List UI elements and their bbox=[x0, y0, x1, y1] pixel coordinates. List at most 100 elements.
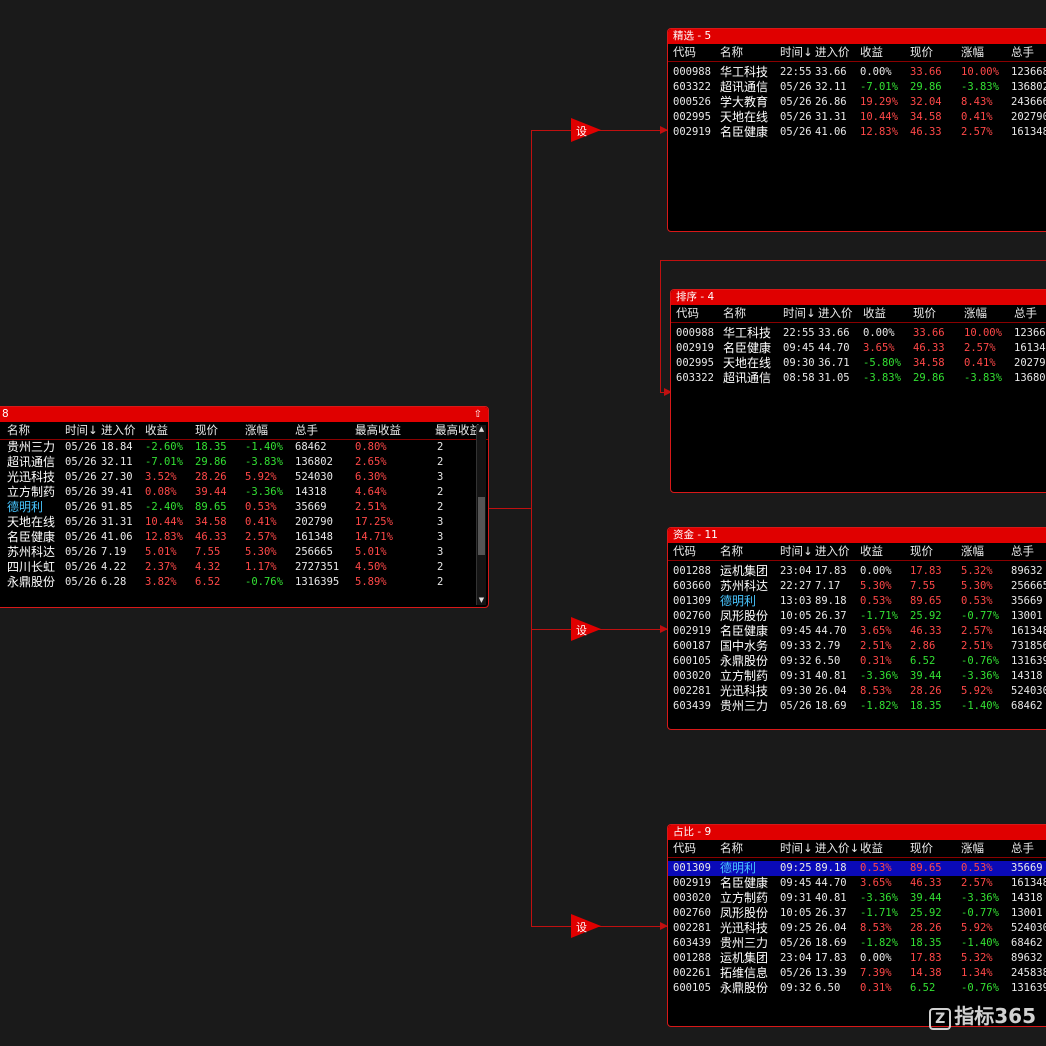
table-row[interactable]: 603439 贵州三力 05/26 18.69 -1.82% 18.35 -1.40% 684… bbox=[668, 699, 1046, 714]
table-row[interactable]: 000526 学大教育 05/26 26.86 19.29% 32.04 8.43% 2436… bbox=[668, 95, 1046, 110]
column-header[interactable]: 现价 bbox=[913, 305, 936, 322]
column-header[interactable]: 名称 bbox=[7, 422, 30, 439]
panel-title[interactable]: 占比 - 9 bbox=[668, 825, 1046, 840]
table-row[interactable]: 000988 华工科技 22:55 33.66 0.00% 33.66 10.00% 1236… bbox=[668, 65, 1046, 80]
source-panel[interactable]: 8 ⇧ 名称 时间↓ 进入价 收益 现价 涨幅 总手 最高收益 最高收益 贵州三力 05/26 18.… bbox=[0, 406, 489, 608]
column-header[interactable]: 总手 bbox=[295, 422, 318, 439]
scroll-down-icon[interactable]: ▼ bbox=[477, 596, 486, 605]
column-header[interactable]: 涨幅 bbox=[245, 422, 268, 439]
table-row[interactable]: 002760 凤形股份 10:05 26.37 -1.71% 25.92 -0.77% 130… bbox=[668, 609, 1046, 624]
table-row[interactable]: 天地在线 05/26 31.31 10.44% 34.58 0.41% 202790 17.2… bbox=[0, 515, 488, 530]
source-panel-title[interactable]: 8 ⇧ bbox=[0, 407, 488, 422]
column-header[interactable]: 名称 bbox=[723, 305, 746, 322]
scroll-up-icon[interactable]: ▲ bbox=[477, 425, 486, 434]
column-header[interactable]: 收益 bbox=[860, 840, 883, 857]
cell-time: 22:27 bbox=[780, 580, 812, 592]
column-header[interactable]: 涨幅 bbox=[961, 543, 984, 560]
table-row[interactable]: 600105 永鼎股份 09:32 6.50 0.31% 6.52 -0.76% 131639 bbox=[668, 981, 1046, 996]
panel-title[interactable]: 排序 - 4 bbox=[671, 290, 1046, 305]
panel-jingxuan[interactable]: 精选 - 5 代码 名称 时间↓ 进入价 收益 现价 涨幅 总手 000988 华工科技 22:55 3… bbox=[667, 28, 1046, 232]
collapse-up-icon[interactable]: ⇧ bbox=[474, 407, 482, 422]
table-row[interactable]: 603660 苏州科达 22:27 7.17 5.30% 7.55 5.30% 256665 bbox=[668, 579, 1046, 594]
table-row[interactable]: 德明利 05/26 91.85 -2.40% 89.65 0.53% 35669 2.51% 2 bbox=[0, 500, 488, 515]
table-row[interactable]: 001309 德明利 13:03 89.18 0.53% 89.65 0.53% 35669 bbox=[668, 594, 1046, 609]
table-row[interactable]: 002919 名臣健康 05/26 41.06 12.83% 46.33 2.57% 1613… bbox=[668, 125, 1046, 140]
column-header[interactable]: 时间↓ bbox=[783, 305, 816, 322]
column-header[interactable]: 时间↓ bbox=[780, 840, 813, 857]
column-header[interactable]: 时间↓ bbox=[65, 422, 98, 439]
table-row[interactable]: 002995 天地在线 05/26 31.31 10.44% 34.58 0.41% 2027… bbox=[668, 110, 1046, 125]
column-header[interactable]: 进入价 bbox=[101, 422, 136, 439]
panel-title[interactable]: 精选 - 5 bbox=[668, 29, 1046, 44]
cell-gain: 7.39% bbox=[860, 967, 892, 979]
table-row[interactable]: 立方制药 05/26 39.41 0.08% 39.44 -3.36% 14318 4.64%… bbox=[0, 485, 488, 500]
column-header[interactable]: 收益 bbox=[860, 44, 883, 61]
column-header[interactable]: 涨幅 bbox=[964, 305, 987, 322]
table-row[interactable]: 超讯通信 05/26 32.11 -7.01% 29.86 -3.83% 136802 2.6… bbox=[0, 455, 488, 470]
cell-now: 39.44 bbox=[910, 670, 942, 682]
column-header[interactable]: 涨幅 bbox=[961, 840, 984, 857]
panel-zhanbi[interactable]: 占比 - 9 代码 名称 时间↓ 进入价↓ 收益 现价 涨幅 总手 001309 德明利 09:25 8… bbox=[667, 824, 1046, 1027]
column-header[interactable]: 名称 bbox=[720, 840, 743, 857]
table-row[interactable]: 001288 运机集团 23:04 17.83 0.00% 17.83 5.32% 89632 bbox=[668, 564, 1046, 579]
column-header[interactable]: 代码 bbox=[676, 305, 699, 322]
table-row[interactable]: 603439 贵州三力 05/26 18.69 -1.82% 18.35 -1.40% 684… bbox=[668, 936, 1046, 951]
table-row[interactable]: 光迅科技 05/26 27.30 3.52% 28.26 5.92% 524030 6.30%… bbox=[0, 470, 488, 485]
column-header[interactable]: 现价 bbox=[195, 422, 218, 439]
column-header[interactable]: 进入价 bbox=[815, 543, 850, 560]
table-row[interactable]: 002760 凤形股份 10:05 26.37 -1.71% 25.92 -0.77% 130… bbox=[668, 906, 1046, 921]
table-row[interactable]: 000988 华工科技 22:55 33.66 0.00% 33.66 10.00% 1236… bbox=[671, 326, 1046, 341]
column-header[interactable]: 代码 bbox=[673, 44, 696, 61]
table-row[interactable]: 002919 名臣健康 09:45 44.70 3.65% 46.33 2.57% 16134… bbox=[668, 624, 1046, 639]
table-row[interactable]: 002281 光迅科技 09:30 26.04 8.53% 28.26 5.92% 52403… bbox=[668, 684, 1046, 699]
table-row[interactable]: 002919 名臣健康 09:45 44.70 3.65% 46.33 2.57% 16134… bbox=[671, 341, 1046, 356]
setting-arrow-2[interactable]: 设 bbox=[571, 617, 601, 641]
column-header[interactable]: 时间↓ bbox=[780, 44, 813, 61]
panel-title[interactable]: 资金 - 11 bbox=[668, 528, 1046, 543]
scroll-thumb[interactable] bbox=[478, 497, 485, 555]
table-row[interactable]: 002995 天地在线 09:30 36.71 -5.80% 34.58 0.41% 2027… bbox=[671, 356, 1046, 371]
column-header[interactable]: 现价 bbox=[910, 543, 933, 560]
table-row[interactable]: 苏州科达 05/26 7.19 5.01% 7.55 5.30% 256665 5.01% 3 bbox=[0, 545, 488, 560]
column-header[interactable]: 名称 bbox=[720, 44, 743, 61]
column-header[interactable]: 收益 bbox=[863, 305, 886, 322]
column-header[interactable]: 进入价 bbox=[815, 44, 850, 61]
table-row[interactable]: 003020 立方制药 09:31 40.81 -3.36% 39.44 -3.36% 143… bbox=[668, 891, 1046, 906]
column-header[interactable]: 涨幅 bbox=[961, 44, 984, 61]
source-scrollbar[interactable]: ▲ ▼ bbox=[476, 425, 486, 605]
table-row[interactable]: 003020 立方制药 09:31 40.81 -3.36% 39.44 -3.36% 143… bbox=[668, 669, 1046, 684]
column-header[interactable]: 总手 bbox=[1011, 44, 1034, 61]
table-row[interactable]: 603322 超讯通信 05/26 32.11 -7.01% 29.86 -3.83% 136… bbox=[668, 80, 1046, 95]
column-header[interactable]: 时间↓ bbox=[780, 543, 813, 560]
column-header[interactable]: 进入价 bbox=[818, 305, 853, 322]
table-row[interactable]: 600187 国中水务 09:33 2.79 2.51% 2.86 2.51% 731856 bbox=[668, 639, 1046, 654]
table-row[interactable]: 001288 运机集团 23:04 17.83 0.00% 17.83 5.32% 89632 bbox=[668, 951, 1046, 966]
column-header[interactable]: 收益 bbox=[860, 543, 883, 560]
panel-paixu[interactable]: 排序 - 4 代码 名称 时间↓ 进入价 收益 现价 涨幅 总手 000988 华工科技 22:55 3… bbox=[670, 289, 1046, 493]
column-header[interactable]: 名称 bbox=[720, 543, 743, 560]
column-header[interactable]: 总手 bbox=[1011, 840, 1034, 857]
table-row[interactable]: 贵州三力 05/26 18.84 -2.60% 18.35 -1.40% 68462 0.80… bbox=[0, 440, 488, 455]
table-row[interactable]: 001309 德明利 09:25 89.18 0.53% 89.65 0.53% 35669 bbox=[668, 861, 1046, 876]
column-header[interactable]: 现价 bbox=[910, 44, 933, 61]
table-row[interactable]: 四川长虹 05/26 4.22 2.37% 4.32 1.17% 2727351 4.50% 2 bbox=[0, 560, 488, 575]
table-row[interactable]: 永鼎股份 05/26 6.28 3.82% 6.52 -0.76% 1316395 5.89%… bbox=[0, 575, 488, 590]
table-row[interactable]: 600105 永鼎股份 09:32 6.50 0.31% 6.52 -0.76% 131639 bbox=[668, 654, 1046, 669]
column-header[interactable]: 最高收益 bbox=[435, 422, 481, 439]
table-row[interactable]: 002281 光迅科技 09:25 26.04 8.53% 28.26 5.92% 52403… bbox=[668, 921, 1046, 936]
column-header[interactable]: 现价 bbox=[910, 840, 933, 857]
column-header[interactable]: 代码 bbox=[673, 543, 696, 560]
column-header[interactable]: 收益 bbox=[145, 422, 168, 439]
column-header[interactable]: 进入价↓ bbox=[815, 840, 859, 857]
table-row[interactable]: 002261 拓维信息 05/26 13.39 7.39% 14.38 1.34% 24583… bbox=[668, 966, 1046, 981]
table-row[interactable]: 002919 名臣健康 09:45 44.70 3.65% 46.33 2.57% 16134… bbox=[668, 876, 1046, 891]
setting-arrow-3[interactable]: 设 bbox=[571, 914, 601, 938]
panel-zijin[interactable]: 资金 - 11 代码 名称 时间↓ 进入价 收益 现价 涨幅 总手 001288 运机集团 23:04… bbox=[667, 527, 1046, 730]
column-header[interactable]: 总手 bbox=[1011, 543, 1034, 560]
table-row[interactable]: 名臣健康 05/26 41.06 12.83% 46.33 2.57% 161348 14.7… bbox=[0, 530, 488, 545]
column-header[interactable]: 总手 bbox=[1014, 305, 1037, 322]
column-header[interactable]: 最高收益 bbox=[355, 422, 401, 439]
table-row[interactable]: 603322 超讯通信 08:58 31.05 -3.83% 29.86 -3.83% 136… bbox=[671, 371, 1046, 386]
setting-arrow-1[interactable]: 设 bbox=[571, 118, 601, 142]
column-header[interactable]: 代码 bbox=[673, 840, 696, 857]
